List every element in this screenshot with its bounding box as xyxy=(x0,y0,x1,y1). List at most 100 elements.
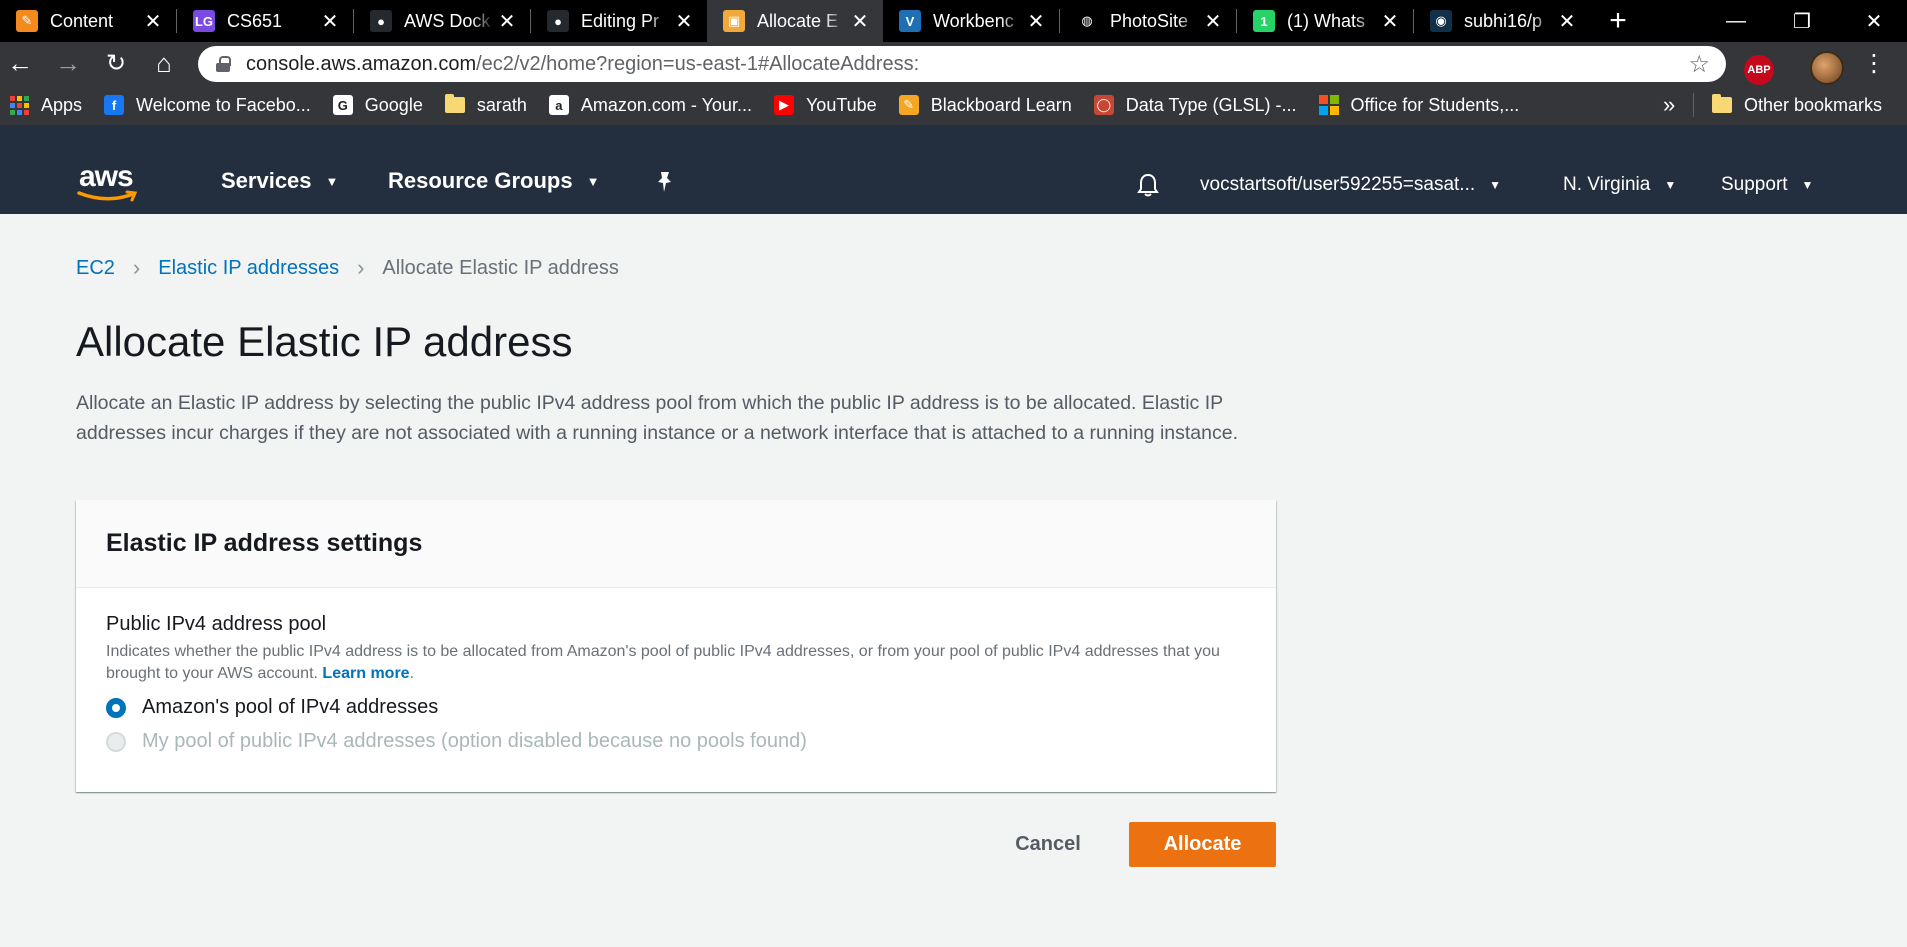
bookmark-item[interactable]: G Google xyxy=(332,94,423,116)
browser-tab[interactable]: LG CS651 ✕ xyxy=(177,0,353,42)
close-tab-icon[interactable]: ✕ xyxy=(1554,9,1580,34)
services-label: Services xyxy=(221,168,312,193)
bookmark-item[interactable]: ◯ Data Type (GLSL) -... xyxy=(1093,94,1297,116)
bookmarks-bar: Apps f Welcome to Facebo... G Google sarath a A… xyxy=(0,85,1907,125)
browser-menu-icon[interactable]: ⋮ xyxy=(1862,52,1886,76)
cancel-button[interactable]: Cancel xyxy=(1000,822,1096,867)
aws-logo-text: aws xyxy=(79,160,134,193)
pin-icon[interactable] xyxy=(655,170,675,199)
tab-title: subhi16/p xyxy=(1464,10,1543,31)
resource-groups-menu[interactable]: Resource Groups ▼ xyxy=(388,168,599,194)
docker-favicon: ◉ xyxy=(1430,10,1452,32)
close-tab-icon[interactable]: ✕ xyxy=(1023,9,1049,34)
browser-tab[interactable]: ◍ PhotoSite ✕ xyxy=(1060,0,1236,42)
services-menu[interactable]: Services ▼ xyxy=(221,168,338,194)
facebook-icon: f xyxy=(104,95,125,115)
amazon-pool-option[interactable]: Amazon's pool of IPv4 addresses xyxy=(106,696,1246,719)
home-button[interactable]: ⌂ xyxy=(144,43,184,83)
my-pool-radio xyxy=(106,731,126,752)
lg-favicon: LG xyxy=(193,10,215,32)
close-tab-icon[interactable]: ✕ xyxy=(140,9,166,34)
chevron-right-icon: › xyxy=(357,255,365,280)
browser-tab[interactable]: ● AWS Dock ✕ xyxy=(354,0,530,42)
restore-window-button[interactable]: ❐ xyxy=(1772,0,1832,42)
address-bar[interactable]: console.aws.amazon.com/ec2/v2/home?regio… xyxy=(198,46,1726,82)
close-tab-icon[interactable]: ✕ xyxy=(317,9,343,34)
panel-header: Elastic IP address settings xyxy=(76,500,1276,588)
breadcrumb-current: Allocate Elastic IP address xyxy=(382,256,619,279)
bookmark-item[interactable]: ✎ Blackboard Learn xyxy=(898,94,1072,116)
whatsapp-favicon: 1 xyxy=(1253,10,1275,32)
support-menu[interactable]: Support ▼ xyxy=(1721,174,1813,196)
globe-favicon: ◍ xyxy=(1076,10,1098,32)
lock-icon xyxy=(216,56,231,72)
region-menu[interactable]: N. Virginia ▼ xyxy=(1563,174,1676,196)
browser-tab[interactable]: ▣ Allocate E ✕ xyxy=(707,0,883,42)
bookmark-label: Google xyxy=(364,94,423,115)
notifications-bell-icon[interactable] xyxy=(1136,172,1160,203)
bookmark-item[interactable]: f Welcome to Facebo... xyxy=(104,95,311,116)
close-tab-icon[interactable]: ✕ xyxy=(494,9,520,34)
chevron-down-icon: ▼ xyxy=(1801,178,1814,192)
resource-groups-label: Resource Groups xyxy=(388,168,573,193)
bookmark-item[interactable]: sarath xyxy=(444,94,527,116)
bookmark-item[interactable]: Office for Students,... xyxy=(1318,95,1519,116)
minimize-window-button[interactable]: — xyxy=(1706,0,1766,42)
vocareum-favicon: V xyxy=(899,10,921,32)
chevron-right-icon: › xyxy=(132,255,141,280)
google-icon: G xyxy=(332,95,353,115)
aws-logo[interactable]: aws xyxy=(77,160,138,202)
bookmark-label: Welcome to Facebo... xyxy=(136,94,311,115)
bookmark-item[interactable]: Apps xyxy=(10,95,82,116)
reload-button[interactable]: ↻ xyxy=(96,43,136,83)
chevron-down-icon: ▼ xyxy=(1489,178,1502,192)
new-tab-button[interactable]: + xyxy=(1590,0,1646,42)
breadcrumb-elastic-ips-link[interactable]: Elastic IP addresses xyxy=(158,257,339,280)
close-tab-icon[interactable]: ✕ xyxy=(847,9,873,34)
my-pool-label: My pool of public IPv4 addresses (option… xyxy=(142,730,807,752)
bookmark-star-icon[interactable]: ☆ xyxy=(1688,50,1710,79)
browser-tab[interactable]: ● Editing Pr ✕ xyxy=(531,0,707,42)
learn-more-link[interactable]: Learn more xyxy=(322,665,409,682)
other-bookmarks[interactable]: Other bookmarks xyxy=(1712,85,1882,125)
bookmark-label: Blackboard Learn xyxy=(930,94,1072,115)
bookmark-label: Data Type (GLSL) -... xyxy=(1125,94,1297,115)
amazon-pool-radio[interactable] xyxy=(106,697,126,718)
aws-smile-icon xyxy=(77,190,138,202)
allocate-button[interactable]: Allocate xyxy=(1129,822,1276,867)
url-host: console.aws.amazon.com xyxy=(246,52,477,75)
bookmarks-overflow-button[interactable]: » xyxy=(1663,92,1675,118)
youtube-icon: ▶ xyxy=(773,95,794,115)
folder-icon xyxy=(1712,94,1732,113)
back-button[interactable]: ← xyxy=(0,43,40,83)
forward-button[interactable]: → xyxy=(48,43,88,83)
bookmark-label: Amazon.com - Your... xyxy=(580,94,752,115)
tab-title: CS651 xyxy=(227,10,283,31)
ipv4-pool-description: Indicates whether the public IPv4 addres… xyxy=(106,643,1220,682)
browser-tab[interactable]: ◉ subhi16/p ✕ xyxy=(1414,0,1590,42)
bookmark-item[interactable]: ▶ YouTube xyxy=(773,95,877,116)
my-pool-option: My pool of public IPv4 addresses (option… xyxy=(106,730,1246,753)
close-tab-icon[interactable]: ✕ xyxy=(1377,9,1403,34)
bookmark-item[interactable]: a Amazon.com - Your... xyxy=(548,94,752,116)
chevron-down-icon: ▼ xyxy=(586,173,600,189)
profile-avatar[interactable] xyxy=(1810,51,1844,85)
other-bookmarks-label: Other bookmarks xyxy=(1744,94,1883,115)
tab-title: PhotoSite xyxy=(1110,10,1189,31)
close-tab-icon[interactable]: ✕ xyxy=(1200,9,1226,34)
url-path: /ec2/v2/home?region=us-east-1#AllocateAd… xyxy=(476,52,920,75)
amazon-icon: a xyxy=(548,95,569,115)
account-menu[interactable]: vocstartsoft/user592255=sasat... ▼ xyxy=(1200,174,1501,196)
aws-box-favicon: ▣ xyxy=(723,10,745,32)
tab-title: Allocate E xyxy=(757,10,839,31)
github-favicon: ● xyxy=(370,10,392,32)
breadcrumb-ec2-link[interactable]: EC2 xyxy=(76,257,115,280)
bookmark-label: sarath xyxy=(476,94,527,115)
adblock-plus-icon[interactable]: ABP xyxy=(1744,55,1774,85)
browser-tab[interactable]: V Workbenc ✕ xyxy=(883,0,1059,42)
close-window-button[interactable]: ✕ xyxy=(1844,0,1904,42)
browser-tab[interactable]: ✎ Content ✕ xyxy=(0,0,176,42)
browser-tab[interactable]: 1 (1) Whats ✕ xyxy=(1237,0,1413,42)
amazon-pool-label[interactable]: Amazon's pool of IPv4 addresses xyxy=(142,696,438,719)
close-tab-icon[interactable]: ✕ xyxy=(671,9,697,34)
